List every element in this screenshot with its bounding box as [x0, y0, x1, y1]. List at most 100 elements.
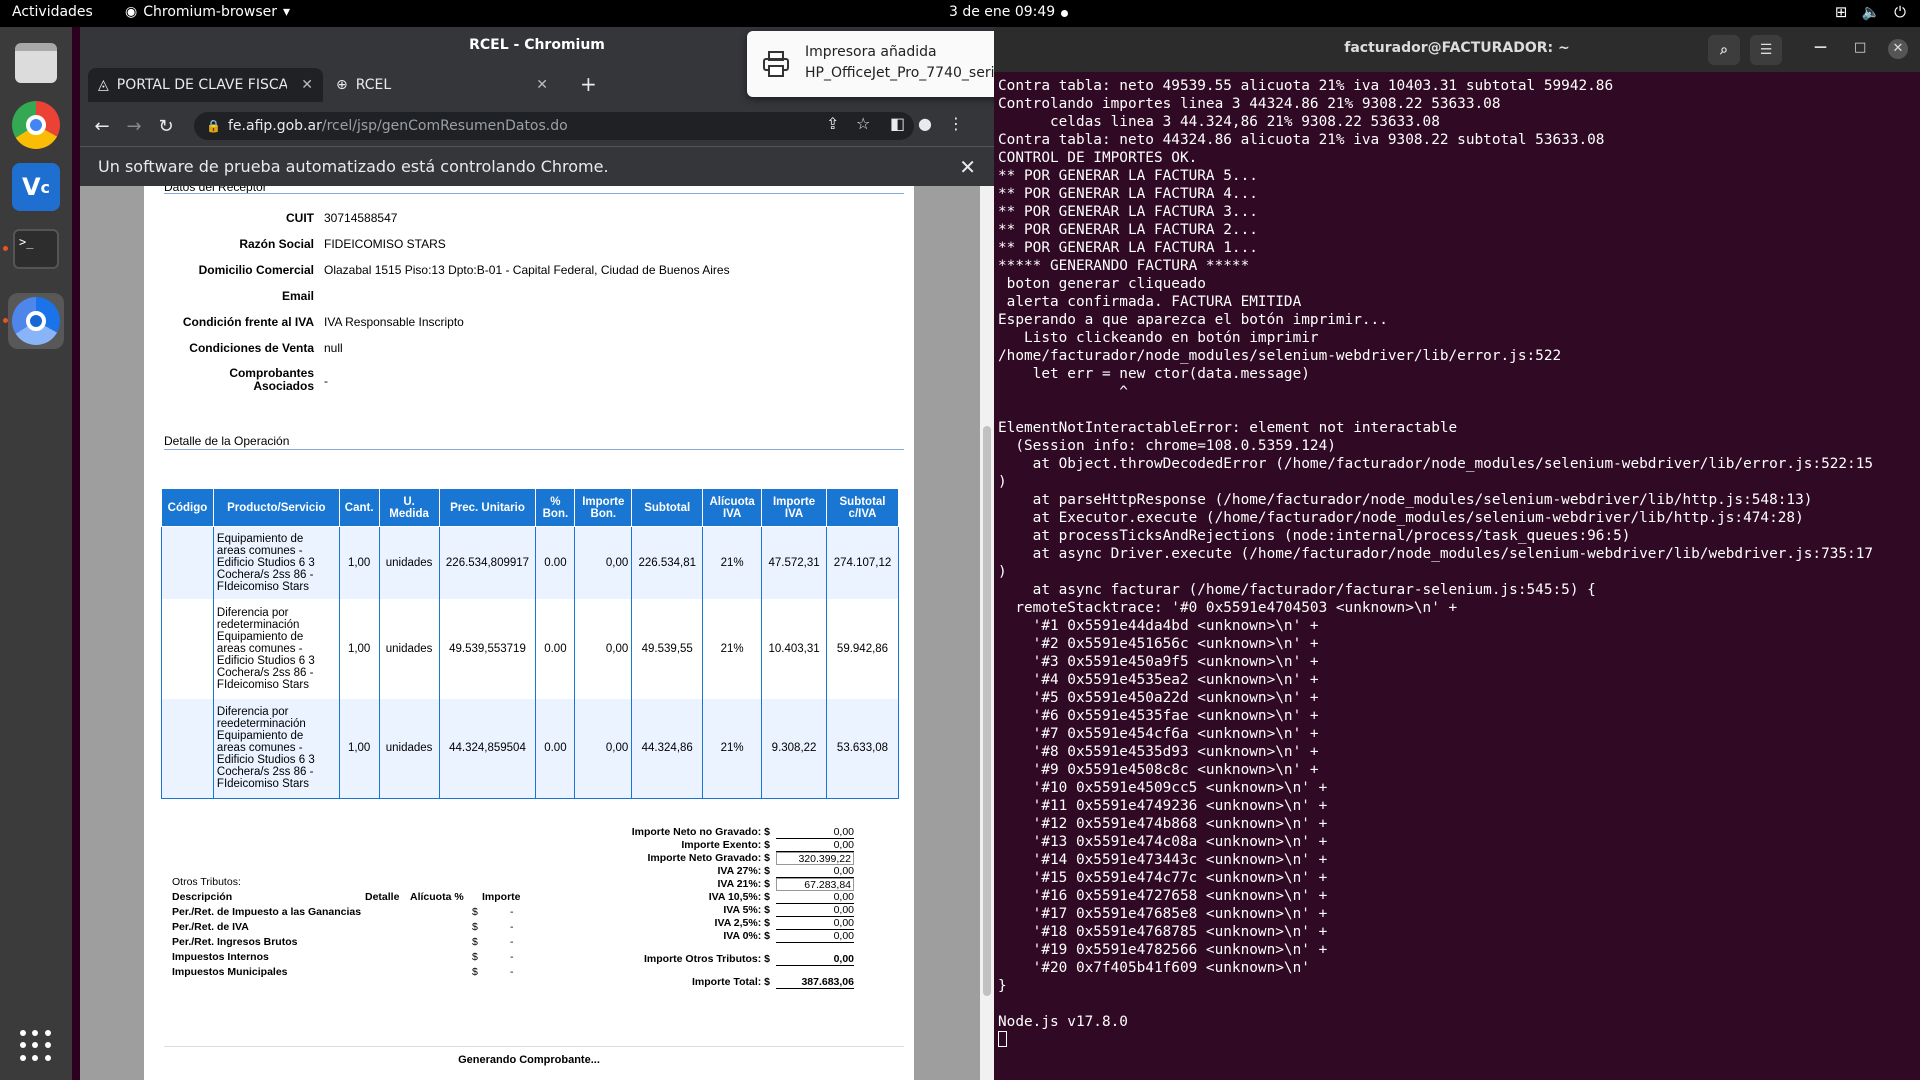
terminal-line: at async facturar (/home/facturador/fact…: [998, 582, 1596, 598]
bookmark-star-icon[interactable]: ☆: [856, 114, 870, 133]
total-row: IVA 21%: $67.283,84: [524, 878, 854, 892]
field-label: Comprobantes Asociados: [229, 366, 314, 393]
list-item: Impuestos Internos $ -: [172, 951, 514, 963]
profile-icon[interactable]: ●: [918, 114, 932, 133]
show-apps-icon[interactable]: [20, 1030, 52, 1062]
terminal-line: ): [998, 564, 1007, 580]
terminal-line: '#5 0x5591e450a22d <unknown>\n' +: [998, 690, 1319, 706]
col-header: % Bon.: [535, 488, 576, 527]
automation-infobar: Un software de prueba automatizado está …: [80, 146, 994, 186]
forward-button[interactable]: →: [118, 116, 150, 137]
terminal-line: Contra tabla: neto 49539.55 alicuota 21%…: [998, 78, 1614, 94]
section-detalle-title: Detalle de la Operación: [164, 434, 290, 448]
cell-subtotal: 226.534,81: [631, 526, 704, 599]
field-label: CUIT: [286, 211, 314, 225]
back-button[interactable]: ←: [86, 116, 118, 137]
col-header: Subtotal: [631, 488, 704, 527]
terminal-line: ** POR GENERAR LA FACTURA 3...: [998, 204, 1258, 220]
url-host: fe.afip.gob.ar: [228, 118, 322, 134]
field-label: Email: [281, 289, 314, 303]
otros-header-row: Descripción Detalle Alícuota % Importe: [172, 891, 552, 905]
app-menu[interactable]: ◉ Chromium-browser ▾: [125, 4, 290, 20]
terminal-line: at parseHttpResponse (/home/facturador/n…: [998, 492, 1813, 508]
printer-icon: [763, 51, 789, 77]
maximize-icon[interactable]: □: [1854, 40, 1866, 55]
dock-files[interactable]: [8, 35, 64, 91]
field-label: Condición frente al IVA: [182, 315, 314, 329]
cell-unidad: unidades: [378, 598, 440, 699]
cell-unidad: unidades: [378, 526, 440, 599]
cell-bon-imp: 0,00: [574, 698, 633, 799]
address-bar[interactable]: 🔒 fe.afip.gob.ar/rcel/jsp/genComResumenD…: [194, 112, 914, 140]
field-label: Razón Social: [239, 237, 314, 251]
side-panel-icon[interactable]: ◧: [890, 114, 905, 133]
system-tray[interactable]: ⊞ 🔈 ⏻: [1835, 3, 1906, 21]
col-header: Alícuota %: [410, 891, 464, 903]
close-icon[interactable]: ✕: [1888, 39, 1908, 59]
tab-rcel[interactable]: ⊕ RCEL ✕: [326, 68, 558, 102]
dock-chrome[interactable]: [8, 97, 64, 153]
close-icon[interactable]: ✕: [301, 77, 313, 93]
url-path: /rcel/jsp/genComResumenDatos.do: [321, 118, 568, 134]
field-value: FIDEICOMISO STARS: [324, 237, 446, 251]
terminal-line: at Object.throwDecodedError (/home/factu…: [998, 456, 1874, 472]
dock-vscode[interactable]: Vc: [8, 159, 64, 215]
terminal-line: '#6 0x5591e4535fae <unknown>\n' +: [998, 708, 1319, 724]
close-icon[interactable]: ✕: [959, 147, 976, 187]
terminal-line: '#13 0x5591e474c08a <unknown>\n' +: [998, 834, 1328, 850]
terminal-cursor: [998, 1031, 1916, 1049]
close-icon[interactable]: ✕: [536, 77, 548, 93]
cell-iva: 9.308,22: [761, 698, 828, 799]
scrollbar-thumb[interactable]: [983, 426, 991, 996]
new-tab-button[interactable]: +: [580, 72, 597, 96]
minimize-icon[interactable]: —: [1814, 40, 1827, 55]
cell-alicuota: 21%: [702, 698, 763, 799]
terminal-line: alerta confirmada. FACTURA EMITIDA: [998, 294, 1302, 310]
divider: [164, 193, 904, 194]
dock: Vc >_: [0, 27, 72, 1080]
field-value: Olazabal 1515 Piso:13 Dpto:B-01 - Capita…: [324, 263, 730, 277]
menu-icon[interactable]: ☰: [1750, 35, 1782, 65]
network-icon: ⊞: [1834, 3, 1848, 21]
activities-button[interactable]: Actividades: [12, 4, 93, 20]
chromium-app-icon: ◉: [125, 4, 138, 20]
reload-button[interactable]: ↻: [150, 116, 182, 137]
field-value: null: [324, 341, 343, 355]
tab-portal[interactable]: ◬ PORTAL DE CLAVE FISCAL ✕: [88, 68, 323, 102]
terminal-output[interactable]: Contra tabla: neto 49539.55 alicuota 21%…: [998, 77, 1916, 1072]
cell-iva: 47.572,31: [761, 526, 828, 599]
list-item: Per./Ret. Ingresos Brutos $ -: [172, 936, 514, 948]
infobar-text: Un software de prueba automatizado está …: [98, 157, 609, 176]
cell-bon-imp: 0,00: [574, 526, 633, 599]
col-header: Importe: [482, 891, 521, 903]
terminal-line: ** POR GENERAR LA FACTURA 2...: [998, 222, 1258, 238]
toolbar: ← → ↻ 🔒 fe.afip.gob.ar/rcel/jsp/genComRe…: [80, 106, 994, 146]
terminal-line: ** POR GENERAR LA FACTURA 1...: [998, 240, 1258, 256]
globe-icon: ⊕: [336, 77, 348, 93]
terminal-line: ^: [998, 384, 1128, 400]
terminal-line: Node.js v17.8.0: [998, 1014, 1128, 1030]
receptor-comprobantes-asociados: Comprobantes Asociados -: [164, 367, 904, 397]
vertical-scrollbar[interactable]: [980, 186, 994, 1080]
col-header: Descripción: [172, 891, 233, 903]
clock[interactable]: 3 de ene 09:49: [949, 4, 1055, 20]
cell-producto: Diferencia por reedeterminación Equipamien…: [212, 698, 340, 799]
col-header: Detalle: [365, 891, 400, 903]
terminal-line: /home/facturador/node_modules/selenium-w…: [998, 348, 1562, 364]
search-icon[interactable]: ⌕: [1708, 35, 1740, 65]
running-indicator: [3, 246, 8, 251]
col-header: Subtotal c/IVA: [826, 488, 899, 527]
menu-icon[interactable]: ⋮: [948, 114, 964, 133]
cell-bon-pct: 0.00: [535, 526, 576, 599]
total-row: IVA 0%: $0,00: [723, 930, 854, 943]
field-label: Condiciones de Venta: [189, 341, 314, 355]
field-value: IVA Responsable Inscripto: [324, 315, 464, 329]
site-info-icon[interactable]: 🔒: [206, 112, 221, 140]
terminal-line: '#3 0x5591e450a9f5 <unknown>\n' +: [998, 654, 1319, 670]
col-header: Prec. Unitario: [438, 488, 537, 527]
share-icon[interactable]: ⇪: [826, 114, 839, 133]
total-row: Importe Neto no Gravado: $0,00: [631, 826, 854, 839]
dock-terminal[interactable]: >_: [8, 221, 64, 277]
dock-chromium[interactable]: [8, 293, 64, 349]
terminal-line: '#15 0x5591e474c77c <unknown>\n' +: [998, 870, 1328, 886]
